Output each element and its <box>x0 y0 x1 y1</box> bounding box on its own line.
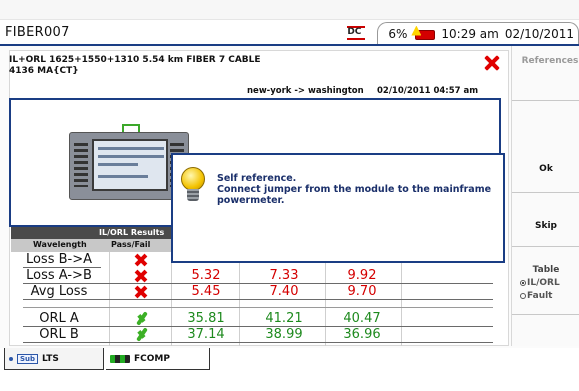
row-underline <box>23 299 493 300</box>
radio-fault[interactable]: Fault <box>520 291 553 301</box>
dc-power-icon: DC <box>347 26 366 40</box>
tab-lts-label: LTS <box>42 353 59 364</box>
pass-check-icon <box>133 327 149 341</box>
panel-separator <box>512 246 579 247</box>
section-divider <box>23 307 493 308</box>
radio-icon <box>520 293 526 299</box>
fail-icon <box>134 253 148 267</box>
fail-status-icon <box>484 55 500 71</box>
tab-fcomp-label: FCOMP <box>134 353 170 364</box>
value-cell: 41.21 <box>265 311 303 326</box>
test-timestamp: 02/10/2011 04:57 am <box>377 86 479 96</box>
radio-fault-label: Fault <box>527 291 553 301</box>
dialog-message: Self reference. Connect jumper from the … <box>217 173 491 206</box>
value-cell: 38.99 <box>265 327 303 342</box>
bottom-tabs: Sub LTS FCOMP <box>0 348 579 391</box>
fcomp-icon <box>110 354 130 363</box>
fail-icon <box>134 285 148 299</box>
tab-fcomp[interactable]: FCOMP <box>106 348 210 370</box>
ok-button[interactable]: Ok <box>512 164 579 174</box>
panel-separator <box>512 314 579 315</box>
row-label: Loss B->A <box>25 252 93 267</box>
title-bar: FIBER007 DC 6% 10:29 am 02/10/2011 <box>0 20 579 46</box>
radio-ilorl-label: IL/ORL <box>527 278 560 288</box>
value-cell: 35.81 <box>187 311 225 326</box>
value-cell: 7.33 <box>269 268 299 283</box>
column-header-passfail: Pass/Fail <box>111 240 151 249</box>
lightbulb-icon <box>181 167 205 207</box>
right-panel: References Ok Skip Table IL/ORL Fault <box>511 46 579 346</box>
window-title: FIBER007 <box>5 25 70 40</box>
battery-warning-icon <box>411 25 436 40</box>
table-label: Table <box>532 265 560 275</box>
value-cell: 9.92 <box>347 268 377 283</box>
radio-selected-icon <box>520 280 526 286</box>
dialog-line3: powermeter. <box>217 195 285 206</box>
fail-icon <box>134 269 148 283</box>
value-cell: 7.40 <box>269 284 299 299</box>
battery-percent: 6% <box>388 26 408 41</box>
value-cell: 5.45 <box>191 284 221 299</box>
test-info-line2: 4136 MA{CT} <box>9 66 79 76</box>
panel-separator <box>512 100 579 101</box>
route: new-york -> washington <box>247 86 364 96</box>
top-strip <box>0 0 579 20</box>
references-button[interactable]: References <box>516 56 579 66</box>
tab-lts[interactable]: Sub LTS <box>4 348 104 370</box>
status-time: 10:29 am <box>441 26 499 41</box>
self-reference-dialog: Self reference. Connect jumper from the … <box>171 153 505 263</box>
value-cell: 40.47 <box>343 311 381 326</box>
row-label: Loss A->B <box>26 268 92 283</box>
status-date: 02/10/2011 <box>504 26 574 41</box>
row-label: Avg Loss <box>30 284 88 299</box>
status-area: DC 6% 10:29 am 02/10/2011 <box>347 22 579 44</box>
row-underline <box>23 342 493 343</box>
dialog-line2: Connect jumper from the module to the ma… <box>217 184 492 195</box>
radio-ilorl[interactable]: IL/ORL <box>520 278 560 288</box>
row-label: ORL A <box>39 311 79 326</box>
dialog-line1: Self reference. <box>217 173 297 184</box>
panel-separator <box>512 192 579 193</box>
value-cell: 5.32 <box>191 268 221 283</box>
lts-dot-icon <box>9 356 13 361</box>
value-cell: 37.14 <box>187 327 225 342</box>
row-label: ORL B <box>39 327 79 342</box>
pass-check-icon <box>133 311 149 325</box>
test-info-line1: IL+ORL 1625+1550+1310 5.54 km FIBER 7 CA… <box>9 55 261 65</box>
results-title: IL/ORL Results <box>99 228 165 237</box>
screen: FIBER007 DC 6% 10:29 am 02/10/2011 IL+OR… <box>0 0 579 391</box>
skip-button[interactable]: Skip <box>512 221 579 231</box>
value-cell: 9.70 <box>347 284 377 299</box>
lts-icon: Sub <box>17 353 39 364</box>
value-cell: 36.96 <box>343 327 381 342</box>
column-header-wavelength: Wavelength <box>33 240 87 249</box>
status-tab[interactable]: 6% 10:29 am 02/10/2011 <box>377 22 579 44</box>
